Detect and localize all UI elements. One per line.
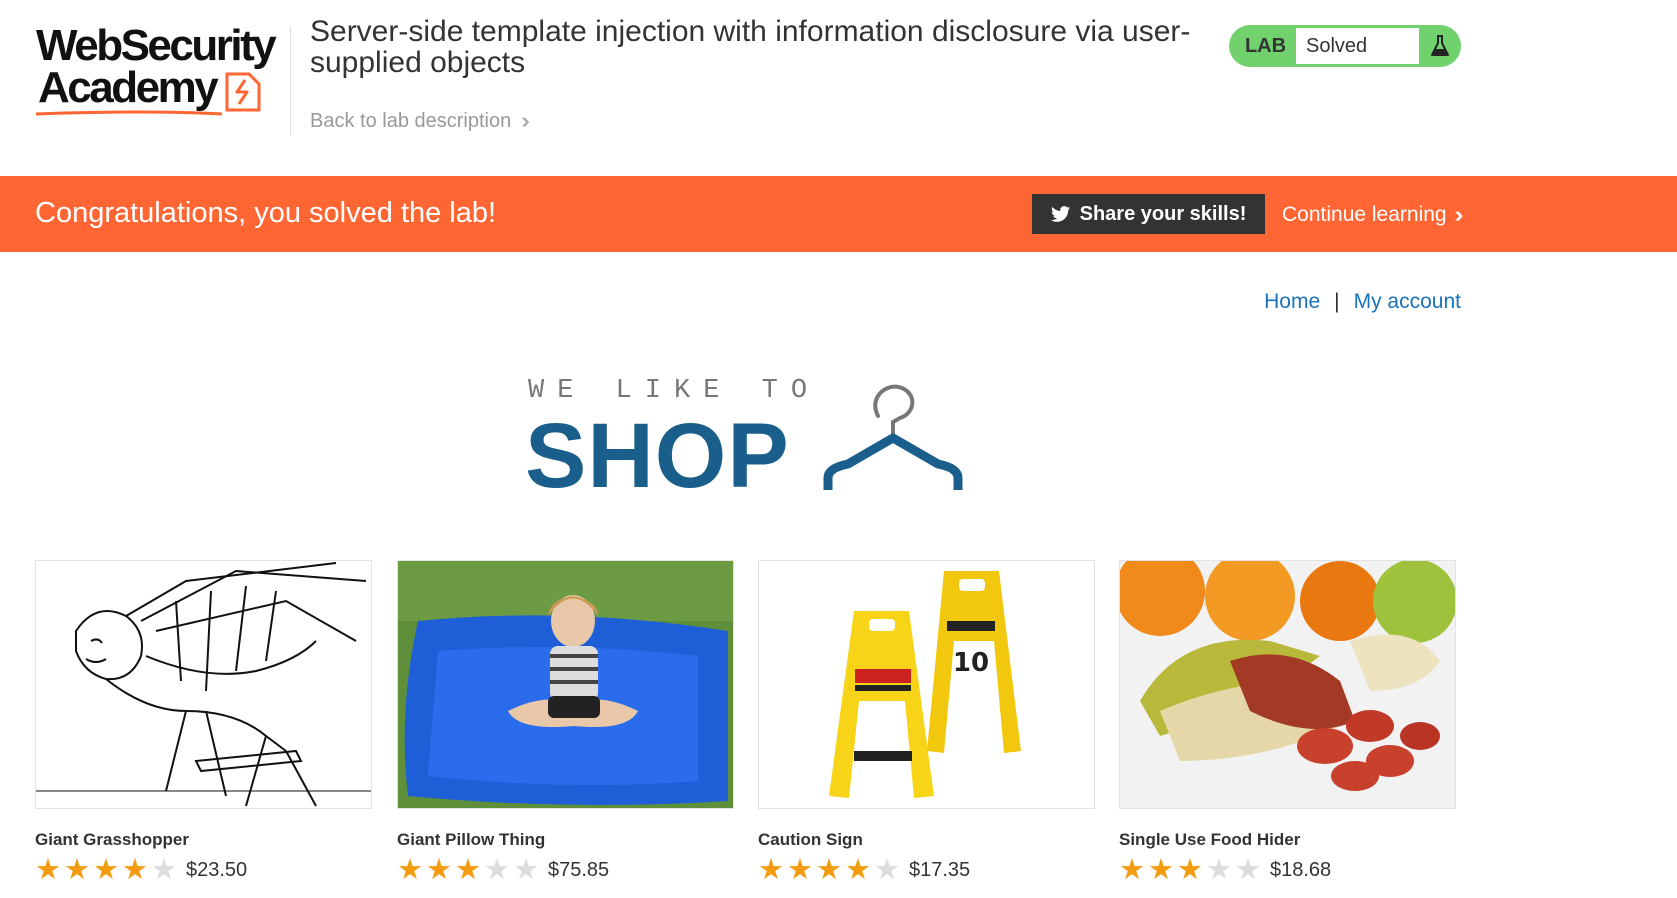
flask-icon bbox=[1419, 34, 1461, 58]
logo-line-1: WebSecurity bbox=[36, 21, 277, 70]
nav-separator: | bbox=[1334, 290, 1340, 313]
star-empty-icon: ★ bbox=[484, 854, 510, 886]
star-filled-icon: ★ bbox=[1119, 854, 1145, 886]
star-rating: ★ ★ ★ ★ ★ bbox=[35, 856, 177, 885]
solved-banner: Congratulations, you solved the lab! Sha… bbox=[0, 176, 1677, 252]
product-rating: ★ ★ ★ ★ ★ $23.50 bbox=[35, 856, 372, 885]
caution-sign-photo: 10 bbox=[759, 561, 1094, 808]
product-image[interactable] bbox=[397, 560, 734, 809]
star-filled-icon: ★ bbox=[787, 854, 813, 886]
product-price: $75.85 bbox=[548, 859, 610, 881]
star-rating: ★ ★ ★ ★ ★ bbox=[1119, 856, 1261, 885]
product-rating: ★ ★ ★ ★ ★ $75.85 bbox=[397, 856, 734, 885]
continue-learning-label: Continue learning bbox=[1282, 203, 1447, 226]
lab-status-value: Solved bbox=[1296, 28, 1419, 64]
double-chevron-right-icon: ›› bbox=[521, 108, 529, 133]
my-account-link[interactable]: My account bbox=[1354, 290, 1461, 314]
lab-title: Server-side template injection with info… bbox=[310, 15, 1191, 79]
product-rating: ★ ★ ★ ★ ★ $18.68 bbox=[1119, 856, 1456, 885]
product-price: $23.50 bbox=[186, 859, 248, 881]
back-link-label: Back to lab description bbox=[310, 109, 512, 132]
home-link[interactable]: Home bbox=[1264, 290, 1320, 314]
star-filled-icon: ★ bbox=[845, 854, 871, 886]
star-filled-icon: ★ bbox=[122, 854, 148, 886]
star-filled-icon: ★ bbox=[397, 854, 423, 886]
hanger-icon bbox=[823, 384, 963, 490]
product-price: $18.68 bbox=[1270, 859, 1332, 881]
header-divider bbox=[290, 26, 291, 136]
logo-line-2: Academy bbox=[38, 63, 219, 112]
congratulations-message: Congratulations, you solved the lab! bbox=[35, 197, 497, 229]
product-image[interactable]: 10 bbox=[758, 560, 1095, 809]
star-filled-icon: ★ bbox=[64, 854, 90, 886]
shop-logo-title: SHOP bbox=[525, 405, 790, 507]
lab-status-label: LAB bbox=[1244, 34, 1287, 57]
twitter-icon bbox=[1050, 205, 1070, 222]
food-hider-photo bbox=[1120, 561, 1455, 808]
product-price: $17.35 bbox=[909, 859, 971, 881]
academy-logo[interactable]: WebSecurity Academy bbox=[36, 24, 286, 116]
product-name: Giant Pillow Thing bbox=[397, 830, 546, 849]
star-empty-icon: ★ bbox=[151, 854, 177, 886]
product-image[interactable] bbox=[35, 560, 372, 809]
star-filled-icon: ★ bbox=[758, 854, 784, 886]
star-filled-icon: ★ bbox=[1177, 854, 1203, 886]
product-rating: ★ ★ ★ ★ ★ $17.35 bbox=[758, 856, 1095, 885]
share-skills-button[interactable]: Share your skills! bbox=[1032, 194, 1265, 234]
star-rating: ★ ★ ★ ★ ★ bbox=[758, 856, 900, 885]
star-rating: ★ ★ ★ ★ ★ bbox=[397, 856, 539, 885]
product-name: Giant Grasshopper bbox=[35, 830, 189, 849]
share-button-label: Share your skills! bbox=[1079, 202, 1247, 225]
top-nav: Home | My account bbox=[1264, 290, 1461, 314]
product-name: Caution Sign bbox=[758, 830, 863, 849]
svg-text:10: 10 bbox=[953, 648, 989, 678]
star-empty-icon: ★ bbox=[874, 854, 900, 886]
logo-underline bbox=[36, 110, 223, 116]
product-name: Single Use Food Hider bbox=[1119, 830, 1301, 849]
grasshopper-illustration bbox=[36, 561, 371, 808]
shop-logo-tagline: WE LIKE TO bbox=[528, 376, 821, 406]
continue-learning-link[interactable]: Continue learning ›› bbox=[1282, 202, 1463, 228]
star-filled-icon: ★ bbox=[1148, 854, 1174, 886]
back-to-lab-description-link[interactable]: Back to lab description ›› bbox=[310, 108, 529, 134]
star-empty-icon: ★ bbox=[1206, 854, 1232, 886]
product-card[interactable]: 10 Caution Sign ★ ★ ★ ★ ★ $17.35 bbox=[758, 560, 1095, 885]
product-card[interactable]: Single Use Food Hider ★ ★ ★ ★ ★ $18.68 bbox=[1119, 560, 1456, 885]
lab-header: WebSecurity Academy Server-side template… bbox=[0, 0, 1677, 176]
product-card[interactable]: Giant Pillow Thing ★ ★ ★ ★ ★ $75.85 bbox=[397, 560, 734, 885]
star-filled-icon: ★ bbox=[455, 854, 481, 886]
star-filled-icon: ★ bbox=[93, 854, 119, 886]
star-filled-icon: ★ bbox=[426, 854, 452, 886]
shop-logo: WE LIKE TO SHOP bbox=[525, 372, 968, 507]
star-filled-icon: ★ bbox=[35, 854, 61, 886]
star-empty-icon: ★ bbox=[513, 854, 539, 886]
product-image[interactable] bbox=[1119, 560, 1456, 809]
pillow-photo bbox=[398, 561, 733, 808]
product-card[interactable]: Giant Grasshopper ★ ★ ★ ★ ★ $23.50 bbox=[35, 560, 372, 885]
double-chevron-right-icon: ›› bbox=[1454, 202, 1463, 227]
lab-status-badge: LAB Solved bbox=[1229, 25, 1461, 67]
star-empty-icon: ★ bbox=[1235, 854, 1261, 886]
star-filled-icon: ★ bbox=[816, 854, 842, 886]
